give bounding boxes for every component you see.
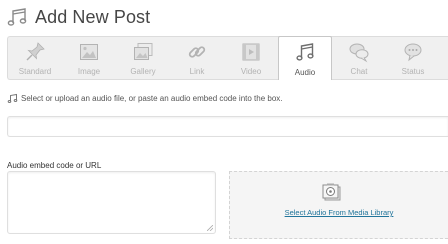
media-library-dropzone: Select Audio From Media Library xyxy=(229,171,448,239)
image-icon xyxy=(80,44,98,60)
status-bubble-icon xyxy=(404,43,422,62)
pushpin-icon xyxy=(26,42,45,61)
music-note-icon xyxy=(296,43,314,61)
music-note-icon xyxy=(7,8,27,26)
format-audio-button[interactable]: Audio xyxy=(278,36,332,80)
audio-hint: Select or upload an audio file, or paste… xyxy=(7,93,283,104)
format-label-gallery: Gallery xyxy=(130,67,156,76)
format-label-chat: Chat xyxy=(350,67,368,76)
page-title: Add New Post xyxy=(35,6,151,27)
format-label-standard: Standard xyxy=(18,67,52,76)
format-link-button[interactable]: Link xyxy=(170,37,224,79)
hint-text: Select or upload an audio file, or paste… xyxy=(21,94,283,103)
media-library-icon xyxy=(322,183,341,201)
format-video-button[interactable]: Video xyxy=(224,37,278,79)
format-label-image: Image xyxy=(77,67,101,76)
embed-code-textarea[interactable] xyxy=(7,171,216,234)
format-status-button[interactable]: Status xyxy=(386,37,440,79)
format-image-button[interactable]: Image xyxy=(62,37,116,79)
format-gallery-button[interactable]: Gallery xyxy=(116,37,170,79)
format-label-audio: Audio xyxy=(294,68,316,77)
chat-bubbles-icon xyxy=(349,43,369,63)
film-icon xyxy=(242,43,260,61)
link-icon xyxy=(188,46,206,58)
post-format-toolbar: Standard Image Gallery Link Video Audio … xyxy=(7,36,448,80)
format-label-video: Video xyxy=(240,67,262,76)
format-standard-button[interactable]: Standard xyxy=(8,37,62,79)
embed-code-label: Audio embed code or URL xyxy=(7,161,102,170)
format-label-status: Status xyxy=(401,67,425,76)
resize-handle-icon[interactable] xyxy=(207,225,213,231)
format-chat-button[interactable]: Chat xyxy=(332,37,386,79)
page-header: Add New Post xyxy=(6,4,150,30)
audio-url-input[interactable] xyxy=(7,116,448,137)
music-note-icon xyxy=(7,93,18,103)
gallery-icon xyxy=(134,43,153,60)
select-audio-link[interactable]: Select Audio From Media Library xyxy=(230,208,448,217)
format-label-link: Link xyxy=(189,67,205,76)
